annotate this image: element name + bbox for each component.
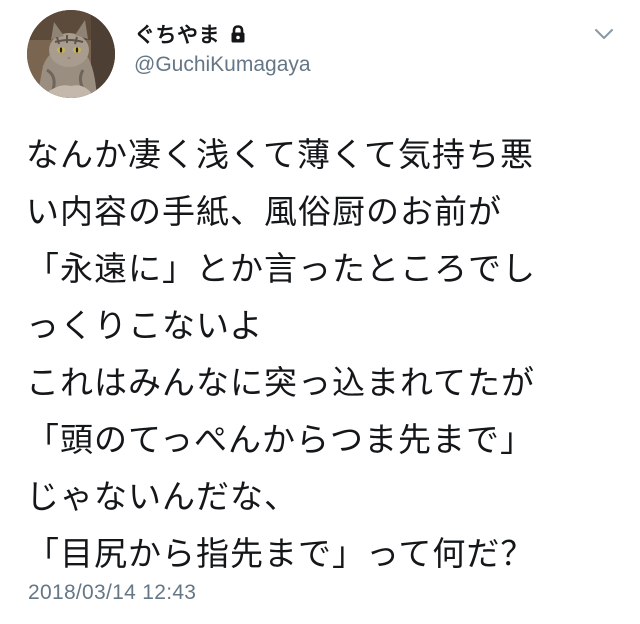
tweet-timestamp[interactable]: 2018/03/14 12:43 <box>28 581 196 605</box>
tweet-text: なんか凄く浅くて薄くて気持ち悪 い内容の手紙、風俗厨のお前が 「永遠に」とか言っ… <box>26 126 626 582</box>
display-name[interactable]: ぐちやま <box>134 19 220 49</box>
tweet-line: っくりこないよ <box>26 306 264 345</box>
tweet-line: 「永遠に」とか言ったところでし <box>26 249 536 288</box>
tweet-line: なんか凄く浅くて薄くて気持ち悪 <box>26 135 535 174</box>
lock-icon <box>228 24 248 44</box>
cat-avatar <box>27 10 115 98</box>
tweet-line: じゃないんだな、 <box>26 477 298 516</box>
tweet-line: 「目尻から指先まで」って何だ？ <box>26 534 535 573</box>
tweet-card: ぐちやま @GuchiKumagaya なんか凄く浅くて薄くて気持ち悪 い内容の… <box>0 0 640 624</box>
chevron-down-icon[interactable] <box>592 24 616 44</box>
tweet-line: 「頭のてっぺんからつま先まで」 <box>26 420 535 459</box>
tweet-line: これはみんなに突っ込まれてたが <box>26 363 536 402</box>
user-avatar[interactable] <box>27 10 115 98</box>
tweet-line: い内容の手紙、風俗厨のお前が <box>26 192 502 231</box>
display-name-row: ぐちやま <box>134 21 248 47</box>
user-handle[interactable]: @GuchiKumagaya <box>134 53 311 77</box>
